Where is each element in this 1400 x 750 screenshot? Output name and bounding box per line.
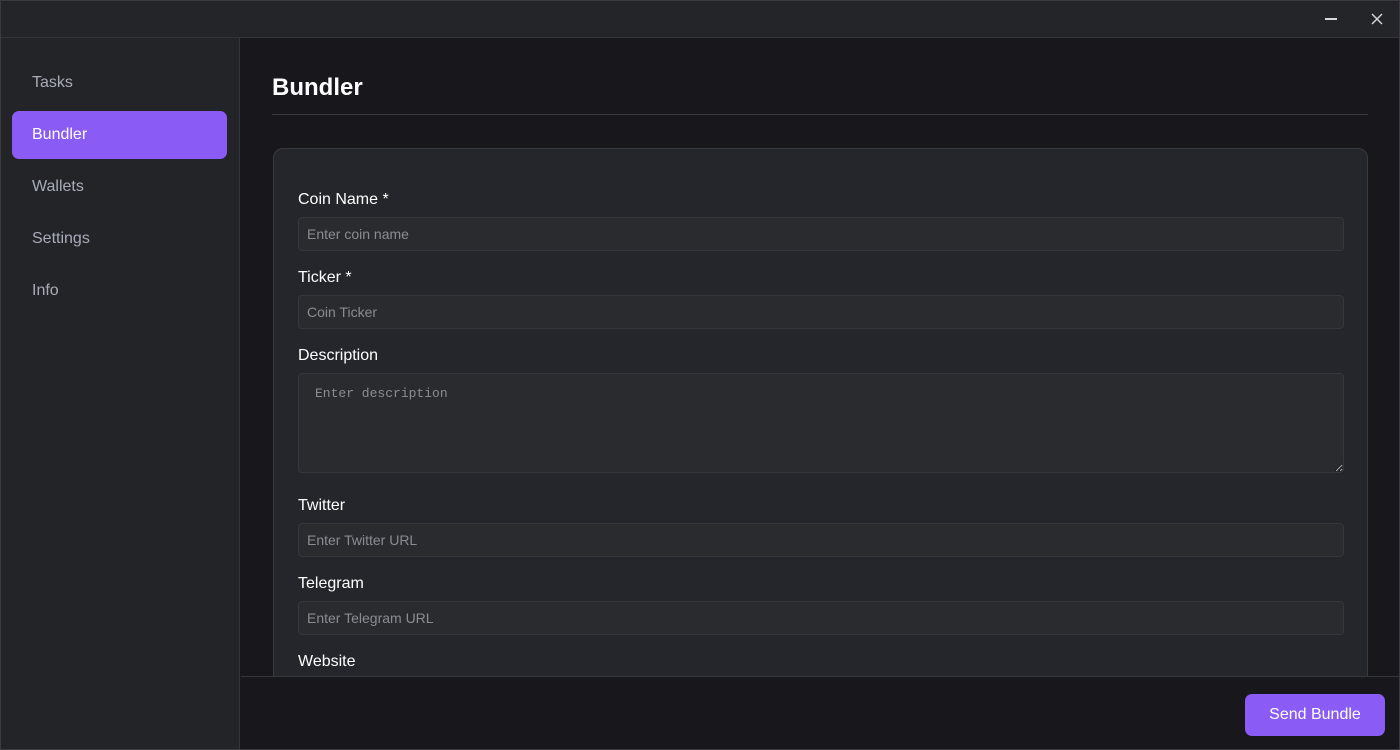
ticker-input[interactable]: [298, 295, 1344, 329]
sidebar-item-label: Bundler: [32, 126, 88, 143]
footer-bar: Send Bundle: [241, 676, 1399, 749]
sidebar-item-info[interactable]: Info: [12, 267, 227, 315]
ticker-label: Ticker *: [298, 269, 352, 286]
website-label: Website: [298, 653, 356, 670]
title-divider: [272, 114, 1368, 115]
telegram-input[interactable]: [298, 601, 1344, 635]
description-textarea[interactable]: [298, 373, 1344, 473]
send-bundle-button[interactable]: Send Bundle: [1245, 694, 1385, 736]
sidebar-item-label: Wallets: [32, 178, 84, 195]
page-title: Bundler: [272, 74, 363, 101]
coin-name-input[interactable]: [298, 217, 1344, 251]
twitter-label: Twitter: [298, 497, 346, 514]
bundle-form-card: Coin Name * Ticker * Description Twitter…: [273, 148, 1368, 676]
sidebar-item-label: Settings: [32, 230, 90, 247]
sidebar-item-label: Info: [32, 282, 59, 299]
minimize-button[interactable]: [1320, 8, 1342, 30]
telegram-label: Telegram: [298, 575, 364, 592]
main-content: Bundler Coin Name * Ticker * Description…: [241, 38, 1399, 676]
close-button[interactable]: [1366, 8, 1388, 30]
sidebar-item-settings[interactable]: Settings: [12, 215, 227, 263]
twitter-input[interactable]: [298, 523, 1344, 557]
sidebar-item-tasks[interactable]: Tasks: [12, 59, 227, 107]
app-window: Tasks Bundler Wallets Settings Info Bund…: [0, 0, 1400, 750]
sidebar-item-bundler[interactable]: Bundler: [12, 111, 227, 159]
description-label: Description: [298, 347, 379, 364]
close-icon: [1371, 13, 1383, 25]
minimize-icon: [1325, 18, 1337, 20]
sidebar-item-wallets[interactable]: Wallets: [12, 163, 227, 211]
coin-name-label: Coin Name *: [298, 191, 389, 208]
title-bar: [1, 1, 1399, 38]
sidebar: Tasks Bundler Wallets Settings Info: [1, 38, 240, 749]
sidebar-item-label: Tasks: [32, 74, 73, 91]
